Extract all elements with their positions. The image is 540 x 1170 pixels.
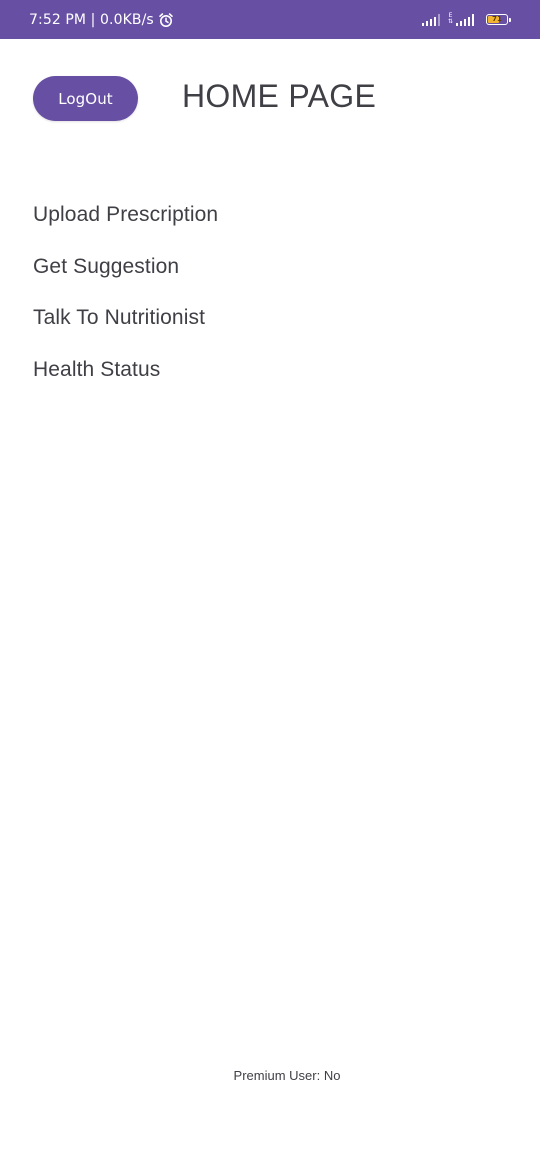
premium-status-text: Premium User: No (233, 1068, 341, 1083)
alarm-clock-icon (158, 12, 174, 28)
home-menu: Upload Prescription Get Suggestion Talk … (33, 200, 218, 406)
status-right: E ⇅ 71 (421, 0, 511, 39)
menu-item-health-status[interactable]: Health Status (33, 355, 218, 385)
menu-item-get-suggestion[interactable]: Get Suggestion (33, 252, 218, 282)
menu-item-talk-to-nutritionist[interactable]: Talk To Nutritionist (33, 303, 218, 333)
signal-strength-icon (421, 13, 440, 26)
battery-level: 71 (492, 15, 502, 23)
network-type-indicator: E ⇅ (447, 12, 453, 25)
status-left: 7:52 PM | 0.0KB/s (29, 0, 174, 39)
status-time: 7:52 PM | 0.0KB/s (29, 11, 154, 28)
battery-icon: 71 (486, 14, 511, 25)
status-bar: 7:52 PM | 0.0KB/s E ⇅ 71 (0, 0, 540, 39)
page-title: HOME PAGE (182, 78, 377, 114)
menu-item-upload-prescription[interactable]: Upload Prescription (33, 200, 218, 230)
logout-button[interactable]: LogOut (33, 76, 138, 121)
signal-strength-2-icon: E ⇅ (448, 13, 474, 26)
